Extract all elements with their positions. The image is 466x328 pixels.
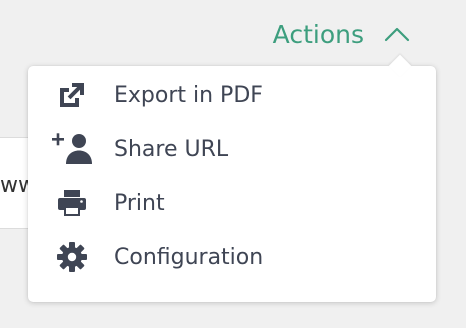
chevron-up-icon: [384, 24, 410, 44]
gear-icon: [44, 237, 100, 277]
menu-item-label: Print: [114, 190, 165, 216]
actions-menu: Export in PDF Share URL Print Configurat…: [28, 54, 436, 302]
menu-item-export-pdf[interactable]: Export in PDF: [28, 68, 436, 122]
menu-list: Export in PDF Share URL Print Configurat…: [28, 66, 436, 284]
actions-dropdown-toggle[interactable]: Actions: [273, 14, 410, 54]
menu-item-share-url[interactable]: Share URL: [28, 122, 436, 176]
menu-item-label: Export in PDF: [114, 82, 263, 108]
partial-field-text: ww: [0, 173, 28, 198]
printer-icon: [44, 183, 100, 223]
menu-item-configuration[interactable]: Configuration: [28, 230, 436, 284]
actions-label: Actions: [272, 19, 364, 49]
menu-item-label: Share URL: [114, 136, 229, 162]
menu-item-label: Configuration: [114, 244, 264, 270]
add-user-icon: [44, 129, 100, 169]
menu-item-print[interactable]: Print: [28, 176, 436, 230]
external-link-icon: [44, 75, 100, 115]
